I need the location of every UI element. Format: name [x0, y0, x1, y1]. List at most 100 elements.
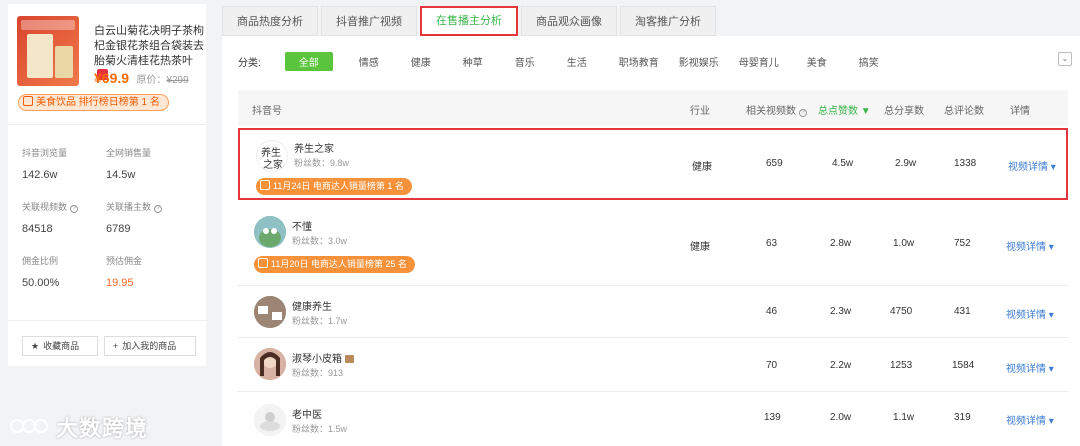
streamer-fans: 粉丝数：1.5w [292, 424, 348, 434]
streamer-fans: 粉丝数：3.0w [292, 236, 348, 246]
plus-icon: + [113, 341, 119, 351]
cell-industry: 健康 [690, 242, 710, 253]
streamer-fans: 粉丝数：1.7w [292, 316, 348, 326]
cell-comments: 1338 [954, 158, 977, 169]
col-header-likes[interactable]: 总点赞数 ▼ [818, 102, 871, 117]
favorite-product-button[interactable]: ★ 收藏商品 [22, 336, 98, 356]
cell-comments: 319 [954, 412, 971, 423]
cell-shares: 2.9w [895, 158, 917, 169]
stat-related-videos: 关联视频数? 84518 [22, 200, 79, 235]
cell-shares: 1.1w [893, 412, 915, 423]
stat-sales: 全网销售量 14.5w [106, 148, 152, 181]
filter-option[interactable]: 影视娱乐 [679, 54, 719, 69]
calendar-icon [258, 258, 268, 268]
svg-text:之家: 之家 [263, 158, 283, 171]
filter-option[interactable]: 美食 [807, 54, 827, 69]
analysis-tabs: 商品热度分析 抖音推广视频 在售播主分析 商品观众画像 淘客推广分析 [222, 6, 716, 36]
avatar[interactable] [254, 404, 286, 436]
tab-promo-videos[interactable]: 抖音推广视频 [321, 6, 417, 36]
cell-comments: 752 [954, 238, 971, 249]
add-my-product-button[interactable]: + 加入我的商品 [104, 336, 196, 356]
cell-comments: 1584 [952, 360, 975, 371]
avatar[interactable] [254, 348, 286, 380]
stat-related-streamers: 关联播主数? 6789 [106, 200, 163, 235]
streamer-name[interactable]: 养生之家 [294, 140, 334, 155]
price-row: ¥69.9 原价：¥299 [94, 70, 189, 86]
cell-shares: 1253 [890, 360, 913, 371]
video-detail-link[interactable]: 视频详情 ▾ [1008, 158, 1056, 173]
video-detail-link[interactable]: 视频详情 ▾ [1006, 360, 1054, 375]
cell-videos: 139 [764, 412, 781, 423]
cell-videos: 63 [766, 238, 778, 249]
streamer-fans: 粉丝数：9.8w [294, 158, 350, 168]
tab-audience-profile[interactable]: 商品观众画像 [521, 6, 617, 36]
divider [8, 124, 206, 125]
table-row: 健康养生 粉丝数：1.7w 46 2.3w 4750 431 视频详情 ▾ [238, 286, 1068, 338]
product-price: ¥69.9 [94, 70, 130, 86]
calendar-icon [23, 96, 33, 106]
col-header-comments[interactable]: 总评论数 [944, 102, 984, 117]
streamer-fans: 粉丝数：913 [292, 368, 344, 378]
table-header: 抖音号 行业 相关视频数? 总点赞数 ▼ 总分享数 总评论数 详情 [238, 90, 1068, 126]
cell-comments: 431 [954, 306, 971, 317]
filter-option[interactable]: 种草 [463, 54, 483, 69]
product-rank-badge: 美食饮品 排行榜日榜第 1 名 [18, 94, 169, 111]
help-icon[interactable]: ? [154, 205, 163, 213]
table-row: 淑琴小皮箱 粉丝数：913 70 2.2w 1253 1584 视频详情 ▾ [238, 338, 1068, 392]
category-filter: 分类: 全部 情感 健康 种草 音乐 生活 职场教育 影视娱乐 母婴育儿 美食 … [238, 52, 911, 71]
chevron-down-icon[interactable]: ⌄ [1058, 52, 1072, 66]
original-price: 原价：¥299 [136, 75, 189, 86]
col-header-shares[interactable]: 总分享数 [884, 102, 924, 117]
filter-option[interactable]: 音乐 [515, 54, 535, 69]
suitcase-icon [344, 355, 354, 363]
watermark: 大数跨境 [10, 411, 148, 443]
cell-likes: 2.8w [830, 238, 852, 249]
table-row: 不懂 粉丝数：3.0w 11月20日 电商达人销量榜第 25 名 健康 63 2… [238, 206, 1068, 286]
video-detail-link[interactable]: 视频详情 ▾ [1006, 412, 1054, 427]
video-detail-link[interactable]: 视频详情 ▾ [1006, 238, 1054, 253]
avatar[interactable] [254, 296, 286, 328]
filter-option[interactable]: 职场教育 [619, 54, 659, 69]
filter-option[interactable]: 母婴育儿 [739, 54, 779, 69]
cell-shares: 4750 [890, 306, 913, 317]
caret-down-icon: ▾ [1050, 162, 1056, 173]
sales-rank-badge: 11月24日 电商达人销量榜第 1 名 [256, 178, 412, 195]
help-icon[interactable]: ? [799, 109, 807, 117]
sort-desc-icon: ▼ [860, 106, 871, 117]
cell-industry: 健康 [692, 162, 712, 173]
caret-down-icon: ▾ [1048, 416, 1054, 427]
streamer-name[interactable]: 不懂 [292, 218, 312, 233]
help-icon[interactable]: ? [70, 205, 79, 213]
col-header-videos[interactable]: 相关视频数? [746, 102, 807, 117]
product-image[interactable] [17, 16, 79, 86]
cell-videos: 659 [766, 158, 783, 169]
cell-videos: 70 [766, 360, 778, 371]
calendar-icon [260, 180, 270, 190]
filter-option[interactable]: 搞笑 [859, 54, 879, 69]
caret-down-icon: ▾ [1048, 364, 1054, 375]
tab-taoke-analysis[interactable]: 淘客推广分析 [620, 6, 716, 36]
avatar[interactable]: 养生 之家 [256, 140, 288, 172]
filter-option[interactable]: 生活 [567, 54, 587, 69]
streamer-name[interactable]: 淑琴小皮箱 [292, 350, 354, 365]
star-icon: ★ [31, 341, 40, 351]
avatar[interactable] [254, 216, 286, 248]
cell-likes: 2.2w [830, 360, 852, 371]
cell-videos: 46 [766, 306, 778, 317]
filter-option[interactable]: 健康 [411, 54, 431, 69]
tab-product-heat[interactable]: 商品热度分析 [222, 6, 318, 36]
cell-shares: 1.0w [893, 238, 915, 249]
streamer-name[interactable]: 健康养生 [292, 298, 332, 313]
filter-label: 分类: [238, 58, 261, 69]
filter-option[interactable]: 情感 [359, 54, 379, 69]
video-detail-link[interactable]: 视频详情 ▾ [1006, 306, 1054, 321]
tab-streamer-analysis[interactable]: 在售播主分析 [420, 6, 518, 36]
cell-likes: 2.3w [830, 306, 852, 317]
sales-rank-badge: 11月20日 电商达人销量榜第 25 名 [254, 256, 415, 273]
stat-est-commission: 预估佣金 19.95 [106, 256, 143, 289]
svg-text:养生: 养生 [261, 146, 281, 159]
divider [8, 320, 206, 321]
filter-option-all[interactable]: 全部 [284, 52, 333, 71]
streamer-name[interactable]: 老中医 [292, 406, 322, 421]
caret-down-icon: ▾ [1048, 310, 1054, 321]
